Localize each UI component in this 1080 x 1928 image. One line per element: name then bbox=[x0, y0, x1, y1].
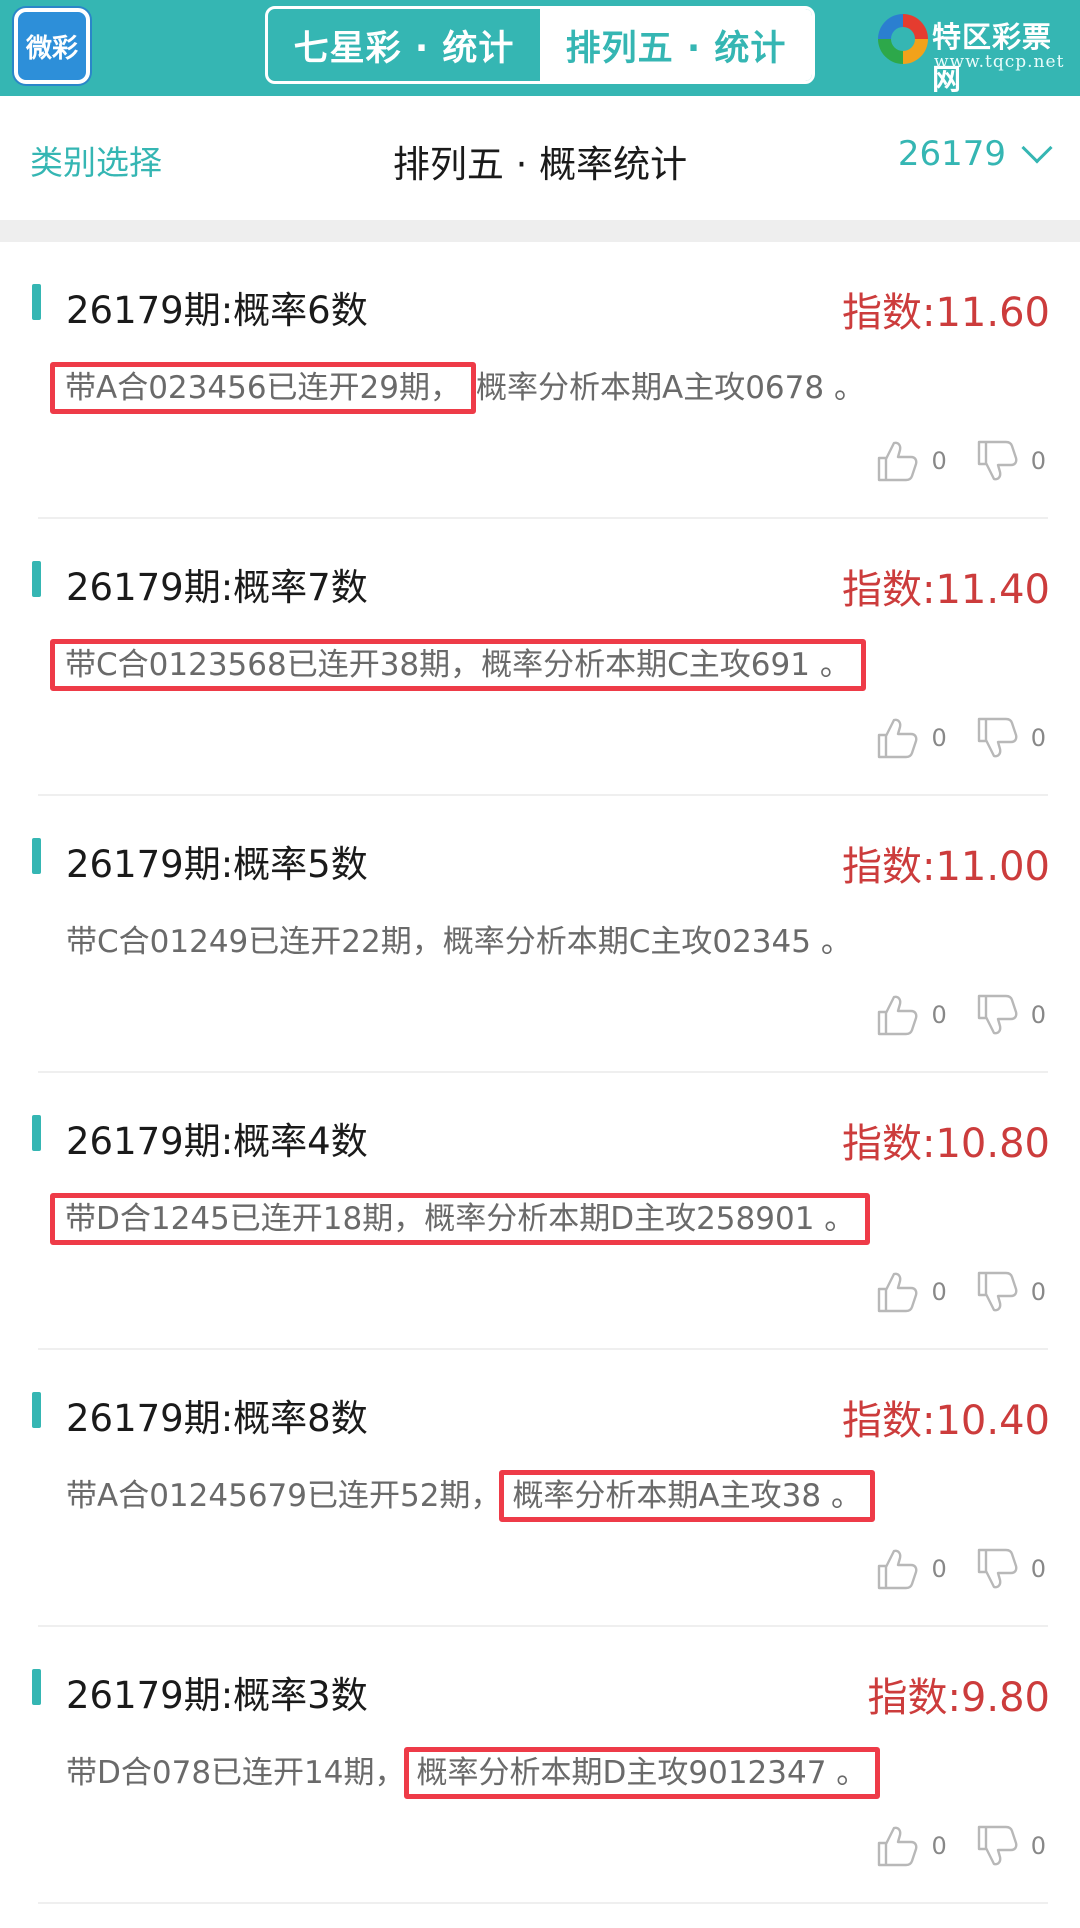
item-marker bbox=[32, 1115, 41, 1151]
item-description: 带D合078已连开14期， 概率分析本期D主攻9012347 。 bbox=[66, 1747, 881, 1799]
dislike-button[interactable]: 0 bbox=[973, 715, 1046, 761]
list-item: 26179期:概率7数 指数:11.40 带C合0123568已连开38期，概率… bbox=[0, 519, 1080, 796]
item-description: 带C合0123568已连开38期，概率分析本期C主攻691 。 bbox=[50, 639, 866, 691]
thumbs-down-icon bbox=[977, 1825, 1018, 1866]
item-title: 26179期:概率8数 bbox=[66, 1397, 368, 1440]
dislike-button[interactable]: 0 bbox=[973, 1823, 1046, 1869]
list-item: 26179期:概率5数 指数:11.00 带C合01249已连开22期，概率分析… bbox=[0, 796, 1080, 1073]
item-description: 带A合023456已连开29期， 概率分析本期A主攻0678 。 bbox=[50, 362, 865, 414]
item-description-text: 带D合078已连开14期， bbox=[66, 1755, 406, 1791]
like-count: 0 bbox=[931, 1001, 947, 1029]
list-item: 26179期:概率6数 指数:11.60 带A合023456已连开29期， 概率分… bbox=[0, 242, 1080, 519]
like-count: 0 bbox=[931, 1832, 947, 1860]
thumbs-up-icon bbox=[878, 995, 918, 1036]
dislike-button[interactable]: 0 bbox=[973, 438, 1046, 484]
highlight-box: 带D合1245已连开18期，概率分析本期D主攻258901 。 bbox=[50, 1193, 871, 1245]
probability-list: 26179期:概率6数 指数:11.60 带A合023456已连开29期， 概率分… bbox=[0, 242, 1080, 1904]
item-marker bbox=[32, 1392, 41, 1428]
highlight-box: 带A合023456已连开29期， bbox=[50, 362, 476, 414]
item-marker bbox=[32, 838, 41, 874]
like-button[interactable]: 0 bbox=[873, 1269, 947, 1315]
chevron-down-icon bbox=[1021, 132, 1053, 164]
highlight-box: 带C合0123568已连开38期，概率分析本期C主攻691 。 bbox=[50, 639, 866, 691]
dislike-count: 0 bbox=[1030, 1278, 1046, 1306]
item-marker bbox=[32, 561, 41, 597]
vote-bar: 0 0 bbox=[847, 1546, 1046, 1592]
dislike-button[interactable]: 0 bbox=[973, 992, 1046, 1038]
dislike-count: 0 bbox=[1030, 724, 1046, 752]
period-number: 26179 bbox=[897, 134, 1006, 174]
item-title: 26179期:概率7数 bbox=[66, 566, 368, 609]
like-button[interactable]: 0 bbox=[873, 1823, 947, 1869]
thumbs-down-icon bbox=[977, 440, 1018, 481]
thumbs-up-icon bbox=[878, 718, 918, 759]
item-description: 带D合1245已连开18期，概率分析本期D主攻258901 。 bbox=[50, 1193, 871, 1245]
top-bar: 微彩 七星彩 · 统计 排列五 · 统计 特区彩票网 www.tqcp.net bbox=[0, 0, 1080, 96]
thumbs-down-icon bbox=[977, 717, 1018, 758]
dislike-count: 0 bbox=[1030, 1832, 1046, 1860]
item-description: 带C合01249已连开22期，概率分析本期C主攻02345 。 bbox=[66, 916, 852, 961]
dislike-button[interactable]: 0 bbox=[973, 1269, 1046, 1315]
brand-swirl-icon bbox=[878, 14, 928, 64]
item-title: 26179期:概率4数 bbox=[66, 1120, 368, 1163]
thumbs-up-icon bbox=[878, 441, 918, 482]
brand-logo[interactable]: 特区彩票网 www.tqcp.net bbox=[876, 8, 1076, 96]
highlight-box: 概率分析本期D主攻9012347 。 bbox=[403, 1747, 881, 1799]
like-count: 0 bbox=[931, 1555, 947, 1583]
vote-bar: 0 0 bbox=[847, 715, 1046, 761]
item-marker bbox=[32, 1669, 41, 1705]
item-index: 指数:10.80 bbox=[842, 1121, 1050, 1167]
item-index: 指数:10.40 bbox=[842, 1398, 1050, 1444]
like-button[interactable]: 0 bbox=[873, 438, 947, 484]
thumbs-up-icon bbox=[878, 1826, 918, 1867]
like-count: 0 bbox=[931, 1278, 947, 1306]
item-index: 指数:11.40 bbox=[842, 567, 1050, 613]
thumbs-up-icon bbox=[878, 1549, 918, 1590]
lottery-tab-switch: 七星彩 · 统计 排列五 · 统计 bbox=[265, 6, 815, 84]
section-divider bbox=[0, 220, 1080, 242]
item-description-text: 带A合01245679已连开52期， bbox=[66, 1478, 502, 1514]
item-index: 指数:11.00 bbox=[842, 844, 1050, 890]
thumbs-down-icon bbox=[977, 1548, 1018, 1589]
like-button[interactable]: 0 bbox=[873, 992, 947, 1038]
dislike-count: 0 bbox=[1030, 1555, 1046, 1583]
highlight-box: 概率分析本期A主攻38 。 bbox=[499, 1470, 875, 1522]
tab-pailiewu-stats[interactable]: 排列五 · 统计 bbox=[540, 9, 812, 81]
item-title: 26179期:概率6数 bbox=[66, 289, 368, 332]
vote-bar: 0 0 bbox=[847, 1269, 1046, 1315]
item-title: 26179期:概率5数 bbox=[66, 843, 368, 886]
item-description: 带A合01245679已连开52期， 概率分析本期A主攻38 。 bbox=[66, 1470, 875, 1522]
sub-header: 类别选择 排列五 · 概率统计 26179 bbox=[0, 96, 1080, 220]
like-button[interactable]: 0 bbox=[873, 715, 947, 761]
vote-bar: 0 0 bbox=[847, 1823, 1046, 1869]
item-index: 指数:9.80 bbox=[867, 1675, 1050, 1721]
like-button[interactable]: 0 bbox=[873, 1546, 947, 1592]
item-title: 26179期:概率3数 bbox=[66, 1674, 368, 1717]
brand-url: www.tqcp.net bbox=[934, 52, 1065, 72]
thumbs-up-icon bbox=[878, 1272, 918, 1313]
item-description-text: 带C合01249已连开22期，概率分析本期C主攻02345 。 bbox=[66, 924, 852, 960]
dislike-count: 0 bbox=[1030, 447, 1046, 475]
list-item: 26179期:概率8数 指数:10.40 带A合01245679已连开52期，概… bbox=[0, 1350, 1080, 1627]
list-item: 26179期:概率4数 指数:10.80 带D合1245已连开18期，概率分析本… bbox=[0, 1073, 1080, 1350]
app-logo[interactable]: 微彩 bbox=[14, 8, 90, 84]
vote-bar: 0 0 bbox=[847, 438, 1046, 484]
item-description-rest: 概率分析本期A主攻0678 。 bbox=[476, 370, 865, 406]
item-marker bbox=[32, 284, 41, 320]
dislike-button[interactable]: 0 bbox=[973, 1546, 1046, 1592]
thumbs-down-icon bbox=[977, 1271, 1018, 1312]
dislike-count: 0 bbox=[1030, 1001, 1046, 1029]
tab-qixingcai-stats[interactable]: 七星彩 · 统计 bbox=[268, 9, 540, 81]
period-select-dropdown[interactable]: 26179 bbox=[897, 132, 1053, 174]
item-index: 指数:11.60 bbox=[842, 290, 1050, 336]
like-count: 0 bbox=[931, 724, 947, 752]
like-count: 0 bbox=[931, 447, 947, 475]
thumbs-down-icon bbox=[977, 994, 1018, 1035]
vote-bar: 0 0 bbox=[847, 992, 1046, 1038]
list-item: 26179期:概率3数 指数:9.80 带D合078已连开14期， 概率分析本期D… bbox=[0, 1627, 1080, 1904]
